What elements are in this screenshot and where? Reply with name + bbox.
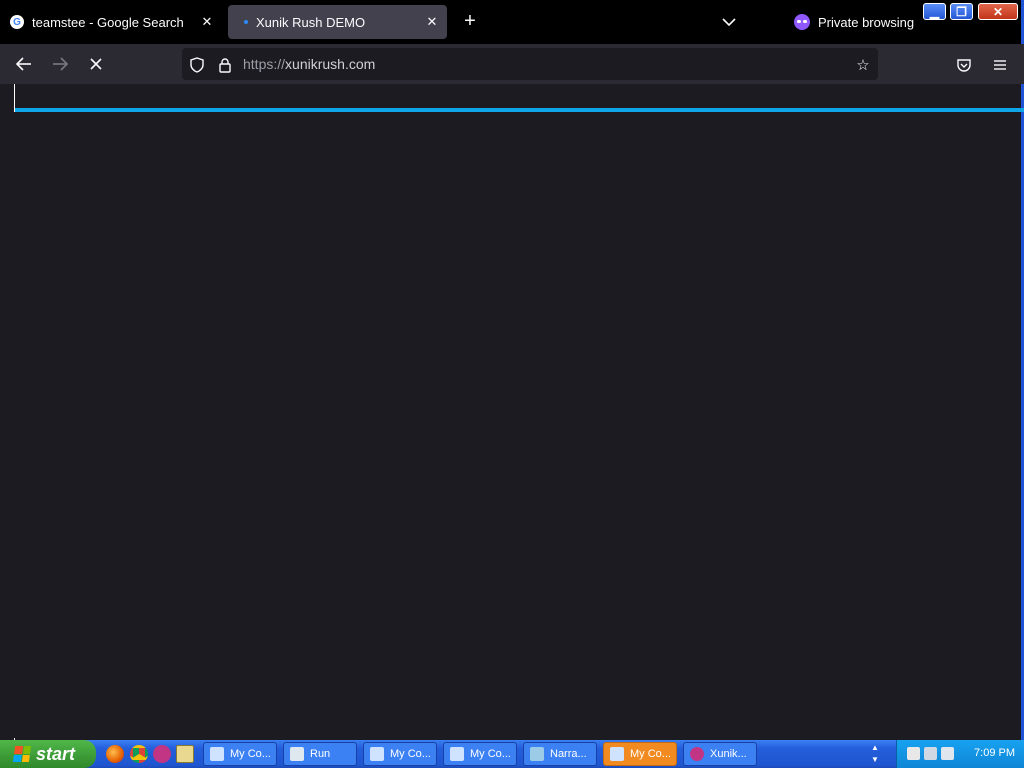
back-button[interactable] — [12, 52, 36, 76]
computer-icon — [370, 747, 384, 761]
stop-icon — [90, 58, 102, 70]
tab-google-search[interactable]: G teamstee - Google Search ✕ — [4, 5, 222, 39]
tab-xunik-rush[interactable]: Xunik Rush DEMO ✕ — [228, 5, 447, 39]
taskbar-button[interactable]: Xunik... — [683, 742, 757, 766]
windows-flag-icon — [12, 746, 32, 762]
start-button[interactable]: start — [0, 740, 96, 768]
hamburger-menu-icon[interactable] — [991, 56, 1009, 74]
scroll-up-icon[interactable]: ▲ — [871, 742, 879, 754]
taskbar-scroll-buttons[interactable]: ▲ ▼ — [868, 740, 882, 768]
bookmark-star-icon[interactable]: ☆ — [854, 56, 872, 74]
firefox-quicklaunch-icon[interactable] — [106, 745, 124, 763]
taskbar-button[interactable]: Narra... — [523, 742, 597, 766]
loading-dot-icon — [244, 20, 248, 24]
tab-title: Xunik Rush DEMO — [256, 14, 366, 30]
chrome-quicklaunch-icon[interactable] — [130, 745, 148, 763]
forward-arrow-icon — [53, 57, 69, 71]
stop-loading-button[interactable] — [84, 52, 108, 76]
taskbar-button[interactable]: My Co... — [203, 742, 277, 766]
lock-icon[interactable] — [216, 56, 234, 74]
computer-icon — [450, 747, 464, 761]
clock[interactable]: 7:09 PM — [974, 747, 1015, 759]
tracking-protection-shield-icon[interactable] — [188, 56, 206, 74]
forward-button[interactable] — [48, 52, 72, 76]
back-arrow-icon — [15, 57, 31, 71]
flag-alert-icon[interactable] — [907, 747, 920, 760]
close-tab-icon[interactable]: ✕ — [196, 11, 218, 33]
chevron-down-icon — [722, 18, 736, 27]
private-mask-icon — [794, 14, 810, 30]
list-all-tabs-button[interactable] — [718, 10, 740, 34]
firefox-private-quicklaunch-icon[interactable] — [153, 745, 171, 763]
start-label: start — [36, 743, 76, 764]
restore-button[interactable]: ❐ — [950, 3, 973, 20]
close-window-button[interactable]: ✕ — [978, 3, 1018, 20]
window-left-edge — [0, 84, 15, 740]
system-tray: 7:09 PM — [896, 740, 1024, 768]
taskbar-button[interactable]: Run — [283, 742, 357, 766]
network-icon[interactable] — [924, 747, 937, 760]
narrator-icon — [530, 747, 544, 761]
taskbar-button-active[interactable]: My Co... — [603, 742, 677, 766]
taskbar-button[interactable]: My Co... — [363, 742, 437, 766]
close-tab-icon[interactable]: ✕ — [421, 11, 443, 33]
minimize-button[interactable]: ▁ — [923, 3, 946, 20]
explorer-quicklaunch-icon[interactable] — [176, 745, 194, 763]
pocket-icon[interactable] — [955, 56, 973, 74]
tab-title: teamstee - Google Search — [32, 14, 184, 30]
url-text[interactable]: https://xunikrush.com — [243, 56, 375, 72]
private-browsing-label: Private browsing — [818, 14, 915, 30]
google-icon: G — [10, 15, 24, 29]
taskbar-button[interactable]: My Co... — [443, 742, 517, 766]
new-tab-button[interactable]: + — [458, 10, 482, 34]
run-icon — [290, 747, 304, 761]
page-content-area[interactable] — [14, 112, 1021, 738]
computer-icon — [210, 747, 224, 761]
private-browsing-indicator: Private browsing — [794, 12, 914, 32]
scroll-down-icon[interactable]: ▼ — [871, 754, 879, 766]
volume-icon[interactable] — [941, 747, 954, 760]
firefox-private-icon — [690, 747, 704, 761]
computer-icon — [610, 747, 624, 761]
